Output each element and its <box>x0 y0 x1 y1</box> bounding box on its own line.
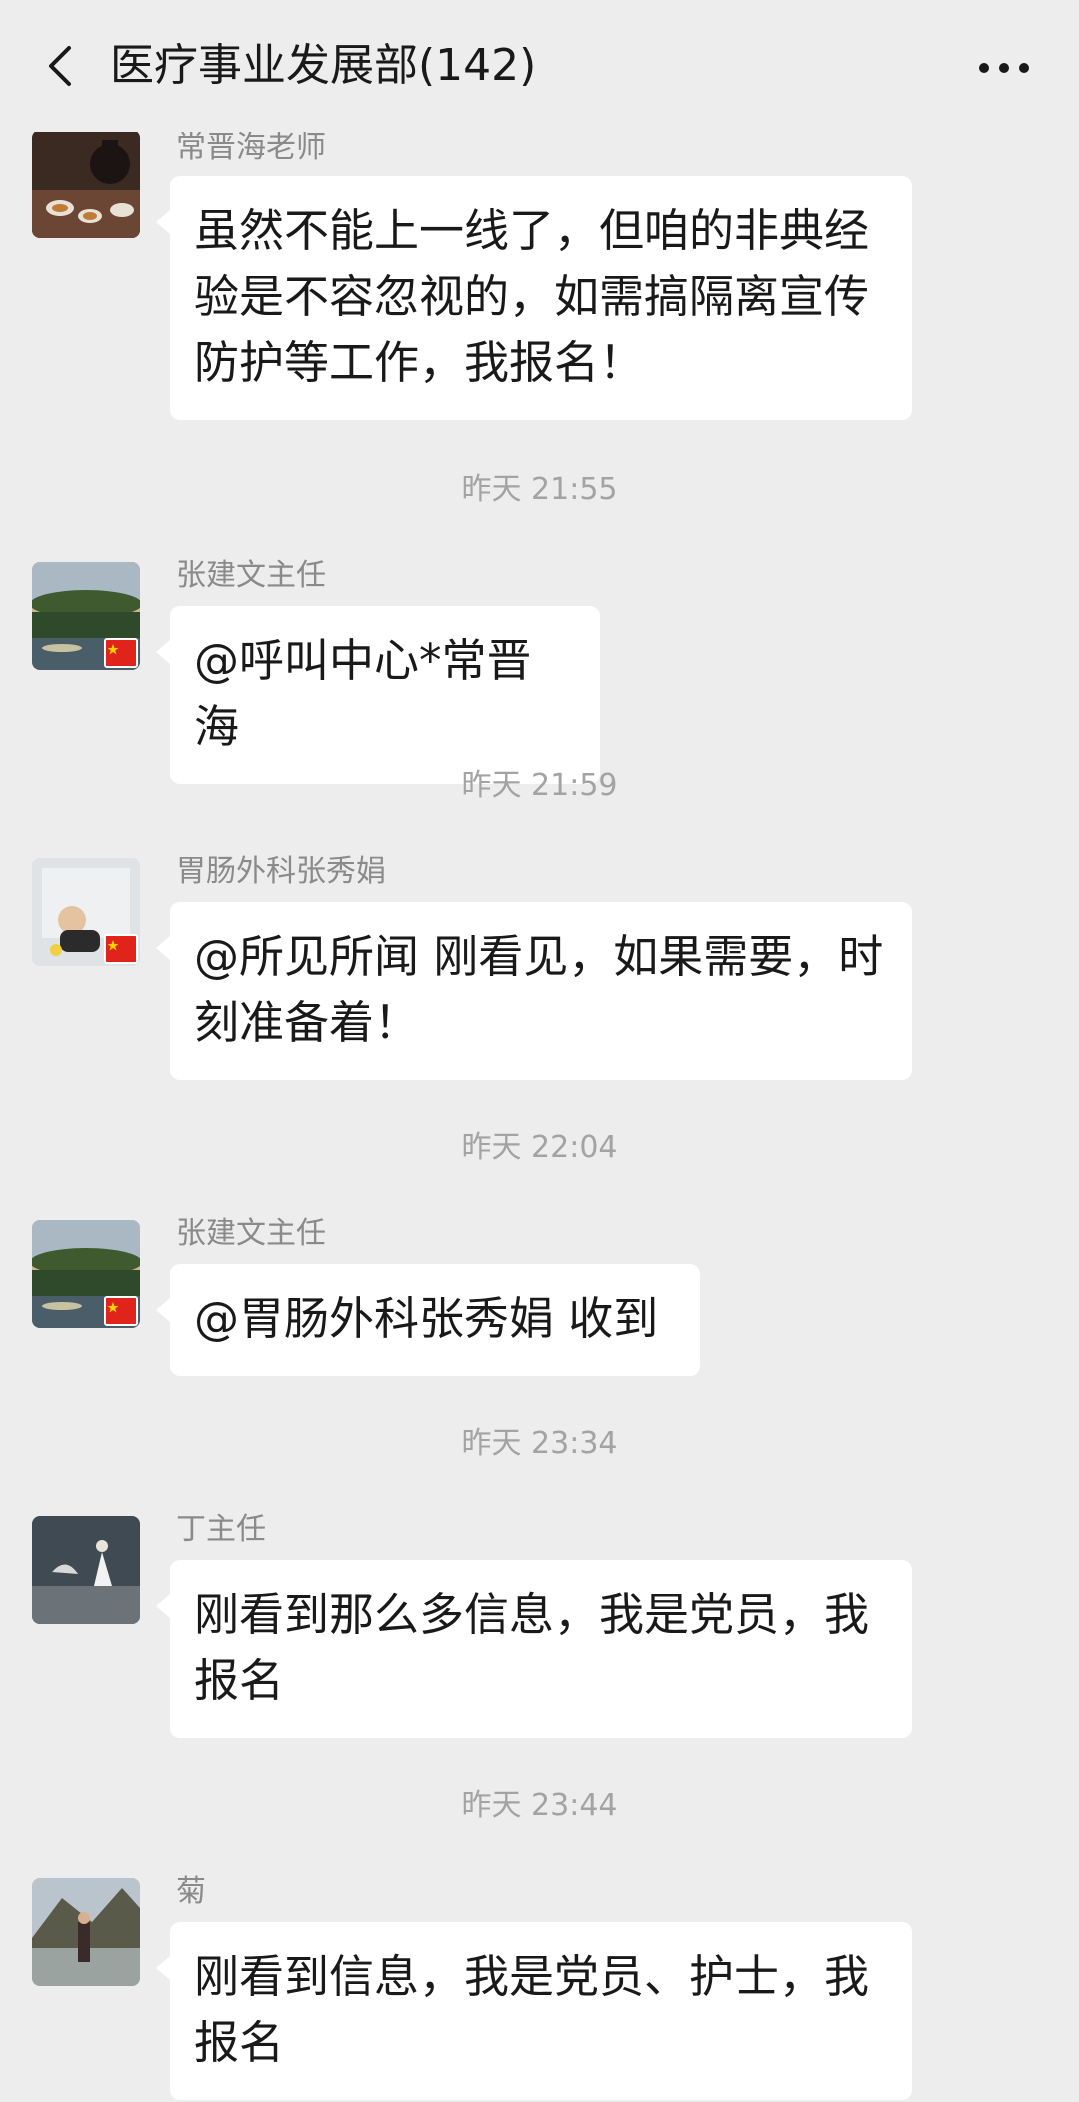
back-button[interactable] <box>30 36 90 96</box>
timestamp: 昨天 23:34 <box>461 1426 618 1461</box>
avatar[interactable] <box>32 130 140 238</box>
message-bubble[interactable]: 虽然不能上一线了，但咱的非典经验是不容忽视的，如需搞隔离宣传防护等工作，我报名！ <box>156 176 912 420</box>
china-flag-icon <box>104 638 138 668</box>
message-bubble[interactable]: @所见所闻 刚看见，如果需要，时刻准备着！ <box>156 902 912 1080</box>
sender-name: 菊 <box>176 1874 206 1909</box>
sender-name: 常晋海老师 <box>176 130 326 165</box>
avatar[interactable] <box>32 562 140 670</box>
chat-header: 医疗事业发展部(142) <box>0 0 1079 132</box>
chat-title: 医疗事业发展部(142) <box>110 40 537 91</box>
message-bubble[interactable]: @胃肠外科张秀娟 收到 <box>156 1264 700 1376</box>
more-dots-icon <box>979 63 1029 73</box>
message-bubble[interactable]: 刚看到那么多信息，我是党员，我报名 <box>156 1560 912 1738</box>
message-bubble[interactable]: @呼叫中心*常晋海 <box>156 606 600 784</box>
sender-name: 丁主任 <box>176 1512 266 1547</box>
timestamp: 昨天 22:04 <box>461 1130 618 1165</box>
china-flag-icon <box>104 934 138 964</box>
timestamp: 昨天 21:55 <box>461 472 618 507</box>
timestamp: 昨天 23:44 <box>461 1788 618 1823</box>
message-bubble[interactable]: 刚看到信息，我是党员、护士，我报名 <box>156 1922 912 2100</box>
avatar[interactable] <box>32 1516 140 1624</box>
message-list[interactable]: 常晋海老师 虽然不能上一线了，但咱的非典经验是不容忽视的，如需搞隔离宣传防护等工… <box>0 0 1079 2102</box>
chevron-left-icon <box>49 46 71 86</box>
sender-name: 张建文主任 <box>176 558 326 593</box>
avatar[interactable] <box>32 858 140 966</box>
more-button[interactable] <box>969 40 1039 96</box>
avatar[interactable] <box>32 1220 140 1328</box>
avatar[interactable] <box>32 1878 140 1986</box>
dancer-avatar-icon <box>32 1516 140 1624</box>
china-flag-icon <box>104 1296 138 1326</box>
tea-set-avatar-icon <box>32 130 140 238</box>
sender-name: 张建文主任 <box>176 1216 326 1251</box>
sender-name: 胃肠外科张秀娟 <box>176 854 386 889</box>
timestamp: 昨天 21:59 <box>461 768 618 803</box>
scenery-avatar-icon <box>32 1878 140 1986</box>
